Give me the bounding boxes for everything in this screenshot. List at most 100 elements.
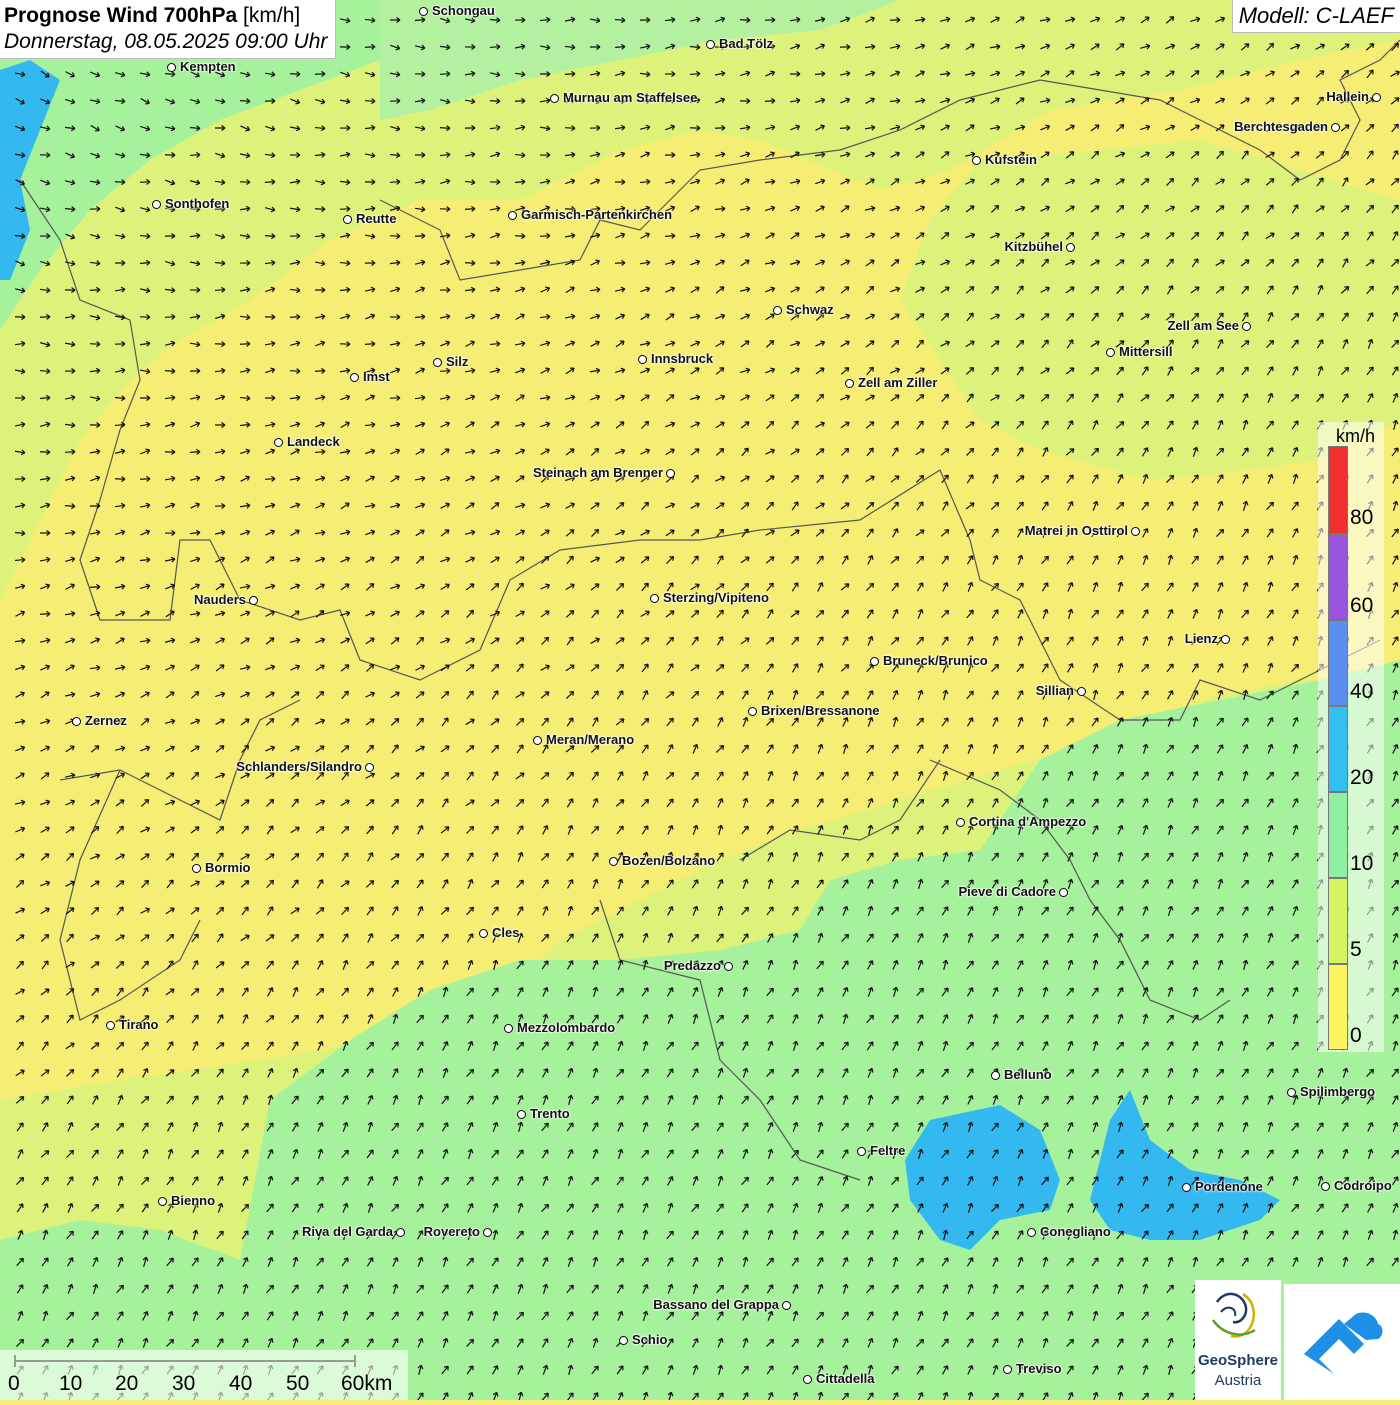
city-marker (870, 657, 879, 666)
city-marker (479, 929, 488, 938)
map-title: Prognose Wind 700hPa [km/h] Donnerstag, … (0, 0, 337, 59)
city-label: Schlanders/Silandro (236, 759, 362, 774)
city-marker (1077, 687, 1086, 696)
city-label: Zernez (85, 713, 127, 728)
title-main: Prognose Wind 700hPa (4, 4, 238, 27)
city-marker (1321, 1182, 1330, 1191)
city-label: Murnau am Staffelsee (563, 90, 698, 105)
city-label: Pordenone (1195, 1179, 1263, 1194)
city-marker (1003, 1365, 1012, 1374)
city-marker (158, 1197, 167, 1206)
city-label: Tirano (119, 1017, 159, 1032)
city-label: Bruneck/Brunico (883, 653, 988, 668)
city-marker (845, 379, 854, 388)
city-marker (956, 818, 965, 827)
city-marker (748, 707, 757, 716)
city-marker (619, 1336, 628, 1345)
legend-band-20-40 (1328, 706, 1348, 792)
city-marker (517, 1110, 526, 1119)
scale-label-40: 40 (229, 1372, 253, 1395)
legend-label-20: 20 (1350, 766, 1374, 789)
city-label: Cittadella (816, 1371, 875, 1386)
city-marker (724, 962, 733, 971)
logo-name-geosphere: GeoSphere (1197, 1352, 1279, 1369)
city-marker (972, 156, 981, 165)
city-label: Meran/Merano (546, 732, 635, 747)
legend-unit: km/h (1336, 426, 1376, 446)
city-marker (504, 1024, 513, 1033)
legend-band-80plus (1328, 446, 1348, 534)
city-label: Riva del Garda (301, 1224, 393, 1239)
city-marker (508, 211, 517, 220)
city-label: Rovereto (423, 1224, 480, 1239)
city-marker (638, 355, 647, 364)
city-label: Brixen/Bressanone (761, 703, 880, 718)
city-marker (1059, 888, 1068, 897)
city-label: Kitzbühel (1004, 239, 1064, 254)
logo-name-austria: Austria (1214, 1372, 1262, 1389)
city-label: Landeck (287, 434, 340, 449)
city-marker (192, 864, 201, 873)
city-marker (152, 200, 161, 209)
city-marker (773, 306, 782, 315)
city-label: Matrei in Osttirol (1024, 523, 1128, 538)
legend-label-60: 60 (1350, 594, 1374, 617)
city-label: Berchtesgaden (1234, 119, 1328, 134)
city-label: Sonthofen (165, 196, 230, 211)
city-marker (991, 1071, 1000, 1080)
city-marker (1106, 348, 1115, 357)
color-legend: km/h 80 60 40 20 10 5 0 (1318, 422, 1384, 1052)
city-label: Nauders (193, 592, 246, 607)
city-label: Bad Tölz (719, 36, 774, 51)
city-marker (1372, 93, 1381, 102)
legend-band-5-10 (1328, 878, 1348, 964)
city-label: Kufstein (985, 152, 1037, 167)
city-label: Cles (492, 925, 520, 940)
city-marker (782, 1301, 791, 1310)
city-label: Garmisch-Partenkirchen (521, 207, 673, 222)
legend-label-40: 40 (1350, 680, 1374, 703)
legend-label-10: 10 (1350, 852, 1374, 875)
scale-label-30: 30 (172, 1372, 196, 1395)
city-label: Schongau (432, 3, 495, 18)
city-label: Codroipo (1334, 1178, 1392, 1193)
city-label: Zell am See (1167, 318, 1239, 333)
city-label: Kempten (180, 59, 236, 74)
city-label: Zell am Ziller (858, 375, 938, 390)
forecast-date: Donnerstag, 08.05.2025 09:00 Uhr (4, 30, 328, 53)
city-marker (483, 1228, 492, 1237)
legend-band-60-80 (1328, 534, 1348, 620)
city-label: Cortina d'Ampezzo (969, 814, 1087, 829)
city-marker (1242, 322, 1251, 331)
city-marker (396, 1228, 405, 1237)
city-marker (1027, 1228, 1036, 1237)
city-marker (857, 1147, 866, 1156)
legend-label-0: 0 (1350, 1024, 1362, 1047)
city-label: Sillian (1035, 683, 1074, 698)
city-label: Hallein (1326, 89, 1369, 104)
city-marker (1182, 1183, 1191, 1192)
city-marker (666, 469, 675, 478)
city-label: Bienno (171, 1193, 216, 1208)
city-label: Innsbruck (651, 351, 714, 366)
scale-label-20: 20 (115, 1372, 139, 1395)
app-logo (1284, 1284, 1400, 1400)
city-label: Bozen/Bolzano (622, 853, 716, 868)
city-label: Schwaz (786, 302, 834, 317)
scale-bar: 0 10 20 30 40 50 60km (0, 1350, 408, 1400)
legend-band-0-5 (1328, 964, 1348, 1050)
city-label: Trento (530, 1106, 570, 1121)
city-label: Bassano del Grappa (653, 1297, 779, 1312)
legend-label-80: 80 (1350, 506, 1374, 529)
city-marker (433, 358, 442, 367)
scale-label-60km: 60km (341, 1372, 393, 1395)
legend-band-40-60 (1328, 620, 1348, 706)
city-label: Silz (446, 354, 469, 369)
city-label: Conegliano (1040, 1224, 1111, 1239)
city-label: Sterzing/Vipiteno (663, 590, 769, 605)
city-label: Feltre (870, 1143, 906, 1158)
city-marker (419, 7, 428, 16)
legend-band-10-20 (1328, 792, 1348, 878)
city-marker (533, 736, 542, 745)
city-label: Belluno (1004, 1067, 1052, 1082)
